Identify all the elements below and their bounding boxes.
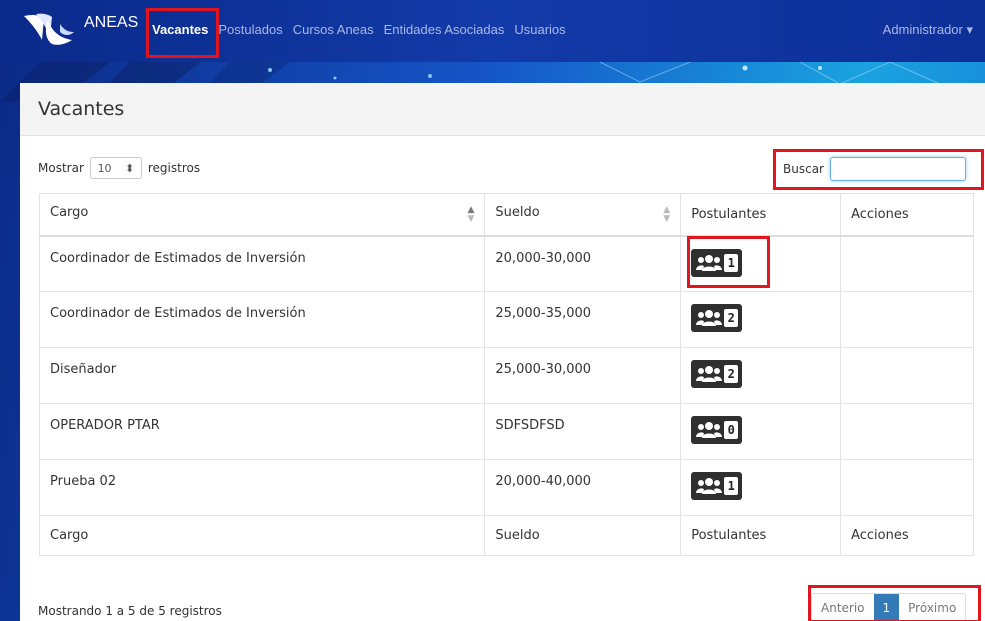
- length-suffix: registros: [147, 161, 201, 175]
- users-icon: [696, 478, 723, 494]
- cell-acciones: [840, 235, 974, 292]
- aneas-logo-icon: [24, 13, 74, 45]
- users-icon: [696, 366, 723, 382]
- table-row: Coordinador de Estimados de Inversión 20…: [38, 235, 974, 292]
- postulantes-count: 1: [724, 477, 739, 495]
- postulantes-count: 0: [724, 421, 739, 439]
- column-header-cargo[interactable]: Cargo ▲ ▼: [38, 193, 486, 237]
- brand[interactable]: ANEAS: [22, 10, 138, 50]
- column-header-postulantes: Postulantes: [680, 193, 842, 237]
- nav-cursos-aneas[interactable]: Cursos Aneas: [293, 22, 374, 37]
- highlight-box-postulantes: [687, 236, 770, 288]
- vacantes-table: Cargo ▲ ▼ Sueldo ▲ ▼ Postulantes Acciones …: [38, 193, 974, 556]
- brand-name: ANEAS: [84, 14, 139, 31]
- highlight-box-pagination: [808, 585, 981, 621]
- column-header-sueldo[interactable]: Sueldo ▲ ▼: [484, 193, 682, 237]
- sort-icon: ▲ ▼: [663, 204, 671, 224]
- length-value: 10: [97, 161, 112, 175]
- footer-cargo: Cargo: [38, 515, 486, 556]
- postulantes-button[interactable]: 2: [691, 360, 743, 388]
- cell-cargo: Diseñador: [38, 347, 486, 404]
- cell-sueldo: 25,000-30,000: [484, 347, 682, 404]
- cell-sueldo: 25,000-35,000: [484, 291, 682, 348]
- table-row: OPERADOR PTAR SDFSDFSD 0: [38, 403, 974, 460]
- select-arrows-icon: ⬍: [124, 161, 135, 175]
- panel-header: Vacantes: [20, 83, 985, 136]
- postulantes-count: 2: [724, 365, 739, 383]
- table-row: Coordinador de Estimados de Inversión 25…: [38, 291, 974, 348]
- page-title: Vacantes: [38, 98, 125, 120]
- sort-asc-icon: ▲ ▼: [467, 204, 475, 224]
- footer-acciones: Acciones: [840, 515, 974, 556]
- cell-postulantes: 1: [680, 459, 842, 516]
- cell-sueldo: SDFSDFSD: [484, 403, 682, 460]
- postulantes-button[interactable]: 0: [691, 416, 743, 444]
- cell-sueldo: 20,000-30,000: [484, 235, 682, 292]
- highlight-box-nav: [146, 8, 219, 58]
- cell-cargo: Coordinador de Estimados de Inversión: [38, 235, 486, 292]
- postulantes-button[interactable]: 1: [691, 472, 743, 500]
- cell-acciones: [840, 347, 974, 404]
- cell-sueldo: 20,000-40,000: [484, 459, 682, 516]
- length-select[interactable]: 10 ⬍: [89, 157, 142, 179]
- cell-postulantes: 0: [680, 403, 842, 460]
- footer-sueldo: Sueldo: [484, 515, 682, 556]
- table-info: Mostrando 1 a 5 de 5 registros: [38, 604, 222, 618]
- nav-postulados[interactable]: Postulados: [218, 22, 282, 37]
- cell-acciones: [840, 403, 974, 460]
- cell-acciones: [840, 291, 974, 348]
- cell-postulantes: 2: [680, 347, 842, 404]
- column-header-acciones: Acciones: [840, 193, 974, 237]
- nav-entidades-asociadas[interactable]: Entidades Asociadas: [384, 22, 505, 37]
- cell-cargo: OPERADOR PTAR: [38, 403, 486, 460]
- highlight-box-search: [773, 149, 984, 190]
- cell-acciones: [840, 459, 974, 516]
- table-row: Diseñador 25,000-30,000 2: [38, 347, 974, 404]
- user-menu[interactable]: Administrador ▾: [883, 22, 973, 38]
- cell-postulantes: 2: [680, 291, 842, 348]
- footer-postulantes: Postulantes: [680, 515, 842, 556]
- cell-cargo: Coordinador de Estimados de Inversión: [38, 291, 486, 348]
- length-control: Mostrar 10 ⬍ registros: [38, 157, 200, 179]
- length-prefix: Mostrar: [38, 161, 84, 175]
- users-icon: [696, 422, 723, 438]
- nav-usuarios[interactable]: Usuarios: [514, 22, 565, 37]
- postulantes-button[interactable]: 2: [691, 304, 743, 332]
- postulantes-count: 2: [724, 309, 739, 327]
- users-icon: [696, 310, 723, 326]
- table-row: Prueba 02 20,000-40,000 1: [38, 459, 974, 516]
- cell-cargo: Prueba 02: [38, 459, 486, 516]
